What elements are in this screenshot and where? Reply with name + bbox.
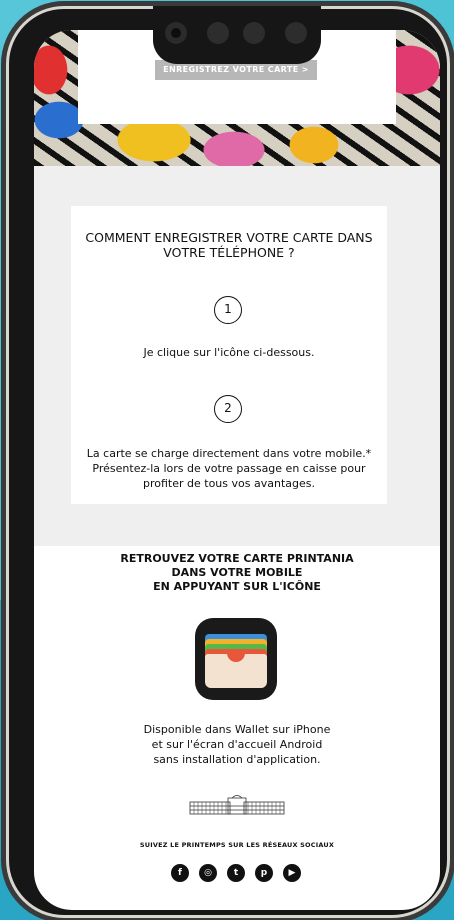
wallet-text-line-2: et sur l'écran d'accueil Android — [151, 738, 323, 751]
wallet-title-line-1: RETROUVEZ VOTRE CARTE PRINTANIA — [120, 552, 354, 565]
sensor-dot — [285, 22, 307, 44]
pinterest-icon[interactable]: p — [255, 864, 273, 882]
wallet-text-line-3: sans installation d'application. — [153, 753, 321, 766]
step-2-text: La carte se charge directement dans votr… — [86, 447, 372, 490]
wallet-cards-graphic — [205, 634, 267, 688]
youtube-icon[interactable]: ▶ — [283, 864, 301, 882]
wallet-text-line-1: Disponible dans Wallet sur iPhone — [143, 723, 331, 736]
step-2-badge: 2 — [214, 395, 242, 423]
step-1-text: Je clique sur l'icône ci-dessous. — [143, 346, 315, 359]
instagram-icon[interactable]: ◎ — [199, 864, 217, 882]
wallet-app-icon[interactable] — [195, 618, 277, 700]
social-links: f ◎ t p ▶ — [171, 864, 303, 882]
phone-frame: ENREGISTREZ VOTRE CARTE > COMMENT ENREGI… — [6, 6, 450, 918]
twitter-icon[interactable]: t — [227, 864, 245, 882]
instructions-card: COMMENT ENREGISTRER VOTRE CARTE DANS VOT… — [71, 206, 387, 504]
printemps-store-logo[interactable] — [188, 794, 286, 816]
wallet-section-title: RETROUVEZ VOTRE CARTE PRINTANIA DANS VOT… — [34, 552, 440, 594]
wallet-title-line-3: EN APPUYANT SUR L'ICÔNE — [153, 580, 321, 593]
sensor-dot — [207, 22, 229, 44]
social-label: SUIVEZ LE PRINTEMPS SUR LES RÉSEAUX SOCI… — [139, 841, 335, 849]
sensor-dot — [243, 22, 265, 44]
phone-notch — [153, 6, 321, 64]
camera-lens — [165, 22, 187, 44]
phone-screen: ENREGISTREZ VOTRE CARTE > COMMENT ENREGI… — [34, 30, 440, 910]
wallet-availability-text: Disponible dans Wallet sur iPhone et sur… — [34, 722, 440, 767]
facebook-icon[interactable]: f — [171, 864, 189, 882]
wallet-title-line-2: DANS VOTRE MOBILE — [171, 566, 303, 579]
step-1-badge: 1 — [214, 296, 242, 324]
instructions-title: COMMENT ENREGISTRER VOTRE CARTE DANS VOT… — [85, 230, 373, 260]
instructions-section: COMMENT ENREGISTRER VOTRE CARTE DANS VOT… — [34, 166, 440, 546]
